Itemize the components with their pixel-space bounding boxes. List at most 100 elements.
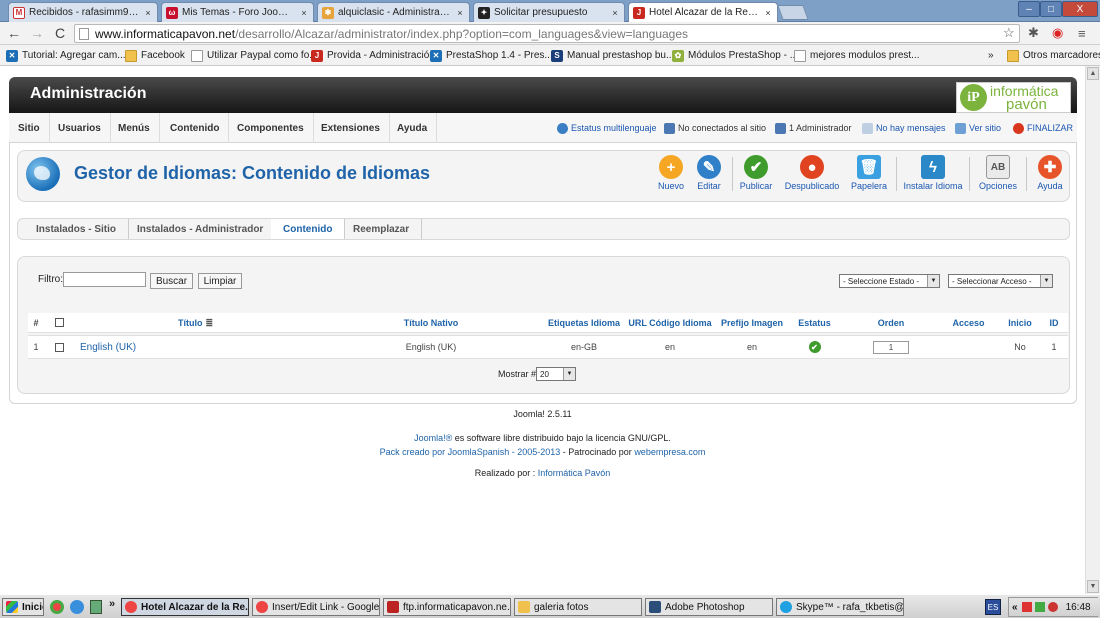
taskbar-item[interactable]: Skype™ - rafa_tkbetis@... <box>776 598 904 616</box>
folder-icon <box>1007 49 1019 62</box>
search-icon: S <box>551 49 563 62</box>
other-bookmarks[interactable]: Otros marcadores <box>1007 48 1100 63</box>
messages-status[interactable]: No hay mensajes <box>862 113 946 143</box>
bookmarks-bar: ✕ Tutorial: Agregar cam... Facebook Utili… <box>0 45 1100 66</box>
status-text: No hay mensajes <box>876 123 946 133</box>
screen: M Recibidos - rafasimm9@gmail × ω Mis Te… <box>0 0 1100 618</box>
menu-menus[interactable]: Menús <box>109 113 160 143</box>
globe-icon <box>557 122 568 134</box>
bookmark-item[interactable]: Facebook <box>125 48 185 63</box>
taskbar-item-label: ftp.informaticapavon.ne... <box>403 601 511 613</box>
tab-title: alquiclasic - Administración - <box>338 7 451 18</box>
bookmark-star-icon[interactable]: ☆ <box>1003 25 1015 41</box>
back-icon[interactable]: ← <box>5 25 23 41</box>
user-icon <box>775 122 786 134</box>
bookmark-item[interactable]: Utilizar Paypal como fo... <box>191 48 318 63</box>
reload-icon[interactable]: C <box>51 25 69 41</box>
minimize-button[interactable]: – <box>1018 1 1040 17</box>
taskbar-item[interactable]: Adobe Photoshop <box>645 598 773 616</box>
joomla-icon: ✱ <box>322 6 334 19</box>
page-scrollbar[interactable]: ▲ ▼ <box>1085 66 1100 594</box>
address-bar[interactable]: www.informaticapavon.net /desarrollo/Alc… <box>74 24 1020 43</box>
view-site-link[interactable]: Ver sitio <box>955 113 1001 143</box>
status-text: Estatus multilenguaje <box>571 123 657 133</box>
taskbar-item[interactable]: ftp.informaticapavon.ne... <box>383 598 511 616</box>
tab-close-icon[interactable]: × <box>299 8 309 18</box>
foro-icon: ω <box>166 6 178 19</box>
bookmarks-overflow-button[interactable]: » <box>988 48 994 63</box>
bookmark-label: Tutorial: Agregar cam... <box>22 50 126 61</box>
menu-contenido[interactable]: Contenido <box>161 113 230 143</box>
bookmark-label: Manual prestashop bu... <box>567 50 675 61</box>
tab-hotel-alcazar[interactable]: J Hotel Alcazar de la Reina 4° × <box>628 2 778 22</box>
logo-word-2: pavón <box>1006 95 1047 113</box>
forward-icon[interactable]: → <box>28 25 46 41</box>
menu-componentes[interactable]: Componentes <box>228 113 314 143</box>
maximize-button[interactable]: □ <box>1040 1 1062 17</box>
status-text: No conectados al sitio <box>678 123 767 133</box>
scroll-down-icon[interactable]: ▼ <box>1087 580 1099 593</box>
page-viewport: Administración iP informática pavón Siti… <box>0 66 1085 594</box>
tray-network-icon[interactable] <box>1034 602 1045 612</box>
admin-container <box>9 143 1077 404</box>
bookmark-item[interactable]: J Provida - Administración <box>311 48 435 63</box>
opera-icon[interactable]: ◉ <box>1052 25 1063 41</box>
tab-foro-joomla[interactable]: ω Mis Temas - Foro Joomla! - S × <box>161 2 314 22</box>
taskbar-item[interactable]: Hotel Alcazar de la Re... <box>121 598 249 616</box>
menu-ayuda[interactable]: Ayuda <box>388 113 438 143</box>
taskbar-item[interactable]: Insert/Edit Link - Google ... <box>252 598 380 616</box>
page-icon <box>794 49 806 62</box>
start-button[interactable]: Inicio <box>2 598 44 616</box>
bookmark-item[interactable]: ✕ PrestaShop 1.4 - Pres... <box>430 48 553 63</box>
users-icon <box>664 122 675 134</box>
new-tab-button[interactable] <box>777 5 809 20</box>
tab-close-icon[interactable]: × <box>610 8 620 18</box>
menu-usuarios[interactable]: Usuarios <box>49 113 111 143</box>
page-icon <box>191 49 203 62</box>
multilang-status[interactable]: Estatus multilenguaje <box>557 113 657 143</box>
chrome-quicklaunch-icon[interactable] <box>50 600 64 614</box>
bookmark-item[interactable]: ✕ Tutorial: Agregar cam... <box>6 48 126 63</box>
extension-icon[interactable]: ✱ <box>1028 25 1039 41</box>
joomlaspanish-link[interactable]: Pack creado por JoomlaSpanish - 2005-201… <box>380 447 561 457</box>
tab-presupuesto[interactable]: ✦ Solicitar presupuesto × <box>473 2 625 22</box>
language-indicator[interactable]: ES <box>985 599 1001 615</box>
tab-close-icon[interactable]: × <box>143 8 153 18</box>
tab-close-icon[interactable]: × <box>763 8 773 18</box>
tray-antivirus-icon[interactable] <box>1047 602 1058 612</box>
bookmark-label: Provida - Administración <box>327 50 435 61</box>
folder-icon <box>125 49 137 62</box>
close-window-button[interactable]: X <box>1062 1 1098 17</box>
webempresa-link[interactable]: webempresa.com <box>634 447 705 457</box>
tab-alquiclasic[interactable]: ✱ alquiclasic - Administración - × <box>317 2 470 22</box>
system-tray: « 16:48 <box>1008 597 1098 617</box>
tab-title: Hotel Alcazar de la Reina 4° <box>649 7 759 18</box>
admin-menu: Sitio Usuarios Menús Contenido Component… <box>9 113 1077 143</box>
tray-app-icon[interactable] <box>1021 602 1032 612</box>
bookmark-item[interactable]: S Manual prestashop bu... <box>551 48 674 63</box>
other-bookmarks-label: Otros marcadores <box>1023 50 1100 61</box>
quicklaunch-more[interactable]: » <box>109 598 115 610</box>
informatica-pavon-link[interactable]: Informática Pavón <box>538 468 611 478</box>
menu-icon[interactable]: ≡ <box>1078 25 1086 41</box>
logout-link[interactable]: FINALIZAR <box>1013 113 1073 143</box>
bookmark-item[interactable]: mejores modulos prest... <box>794 48 920 63</box>
monitor-icon <box>955 122 966 134</box>
scroll-up-icon[interactable]: ▲ <box>1087 67 1099 80</box>
ie-quicklaunch-icon[interactable] <box>70 600 84 614</box>
bookmark-item[interactable]: ✿ Módulos PrestaShop - ... <box>672 48 798 63</box>
taskbar-item[interactable]: galeria fotos <box>514 598 642 616</box>
clock[interactable]: 16:48 <box>1066 602 1091 613</box>
tab-close-icon[interactable]: × <box>455 8 465 18</box>
tray-expand-icon[interactable]: « <box>1012 602 1018 613</box>
gmail-icon: M <box>13 6 25 19</box>
menu-sitio[interactable]: Sitio <box>9 113 50 143</box>
menu-extensiones[interactable]: Extensiones <box>312 113 390 143</box>
browser-tab-strip: M Recibidos - rafasimm9@gmail × ω Mis Te… <box>0 0 1100 22</box>
app-quicklaunch-icon[interactable] <box>90 600 102 614</box>
tab-gmail[interactable]: M Recibidos - rafasimm9@gmail × <box>8 2 158 22</box>
joomla-link[interactable]: Joomla!® <box>414 433 452 443</box>
credits-text: Realizado por : <box>474 468 538 478</box>
footer-credits: Realizado por : Informática Pavón <box>0 468 1085 478</box>
status-text: 1 Administrador <box>789 123 852 133</box>
